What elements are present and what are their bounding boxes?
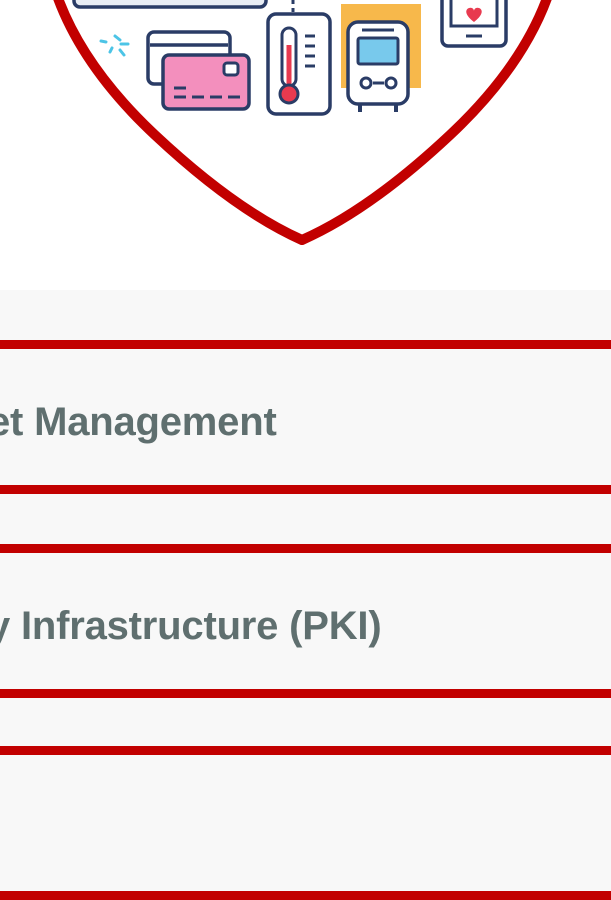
hero-illustration — [0, 0, 611, 290]
laptop-icon — [72, 0, 268, 9]
accordion-item-title: y Infrastructure (PKI) — [0, 604, 382, 648]
bus-icon — [341, 4, 421, 112]
accordion-item-pki[interactable]: y Infrastructure (PKI) — [0, 544, 611, 698]
smartphone-heart-icon — [440, 0, 508, 48]
accordion-list: et Management y Infrastructure (PKI) — [0, 290, 611, 900]
thermometer-icon — [266, 0, 332, 116]
accordion-item-asset-management[interactable]: et Management — [0, 340, 611, 494]
accordion-item-title: et Management — [0, 400, 277, 444]
accordion-item-partial[interactable] — [0, 746, 611, 900]
shield-illustration — [53, 0, 552, 245]
